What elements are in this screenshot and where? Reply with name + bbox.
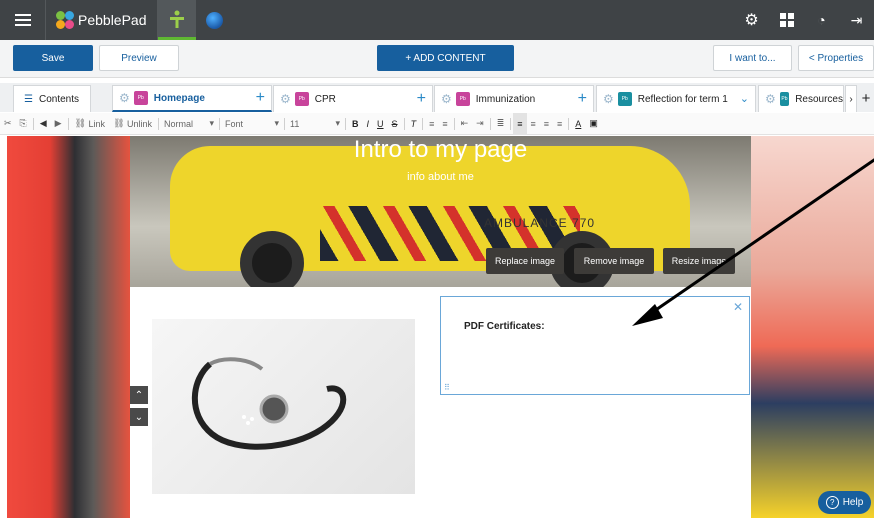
line-spacing-icon[interactable]: ≣	[493, 113, 509, 135]
copy-icon[interactable]: ⎘	[16, 113, 31, 135]
tab-homepage-label: Homepage	[153, 92, 205, 104]
pb-badge-icon: Pb	[455, 92, 470, 106]
pebblepad-logo[interactable]: PebblePad	[46, 0, 158, 40]
background-color-icon[interactable]: ▣	[585, 113, 602, 135]
indent-icon[interactable]: ⇥	[472, 113, 488, 135]
i-want-to-button[interactable]: I want to...	[713, 45, 792, 71]
justify-icon[interactable]: ≡	[553, 113, 566, 135]
history-icon: ◔	[817, 12, 826, 28]
cut-icon[interactable]: ✂	[0, 113, 16, 135]
tab-contents[interactable]: ☰ Contents	[13, 85, 91, 112]
link-label: Link	[88, 118, 106, 129]
format-value: Normal	[164, 118, 194, 129]
italic-icon[interactable]: I	[363, 113, 374, 135]
page-tab-bar: ☰ Contents ⚙ Pb Homepage + ⚙ Pb CPR + ⚙ …	[0, 83, 874, 112]
history-button[interactable]: ◔	[804, 0, 839, 40]
strikethrough-icon[interactable]: S	[388, 113, 402, 135]
app-name: PebblePad	[78, 12, 147, 28]
add-tab-button[interactable]: +	[858, 85, 874, 112]
dashboard-button[interactable]	[769, 0, 804, 40]
add-page-icon[interactable]: +	[417, 91, 426, 107]
top-navigation-bar: PebblePad ⚙ ◔ ⇥	[0, 0, 874, 40]
tab-reflection[interactable]: ⚙ Pb Reflection for term 1 ⌄	[596, 85, 756, 112]
unlink-button[interactable]: ⛓ Unlink	[109, 113, 156, 135]
outdent-icon[interactable]: ⇤	[457, 113, 473, 135]
pebblepad-logo-icon	[56, 11, 74, 29]
globe-button[interactable]	[196, 0, 234, 40]
question-icon: ?	[825, 496, 839, 509]
tab-cpr-label: CPR	[314, 93, 336, 105]
action-bar: Save Preview + ADD CONTENT I want to... …	[0, 40, 874, 78]
tab-homepage[interactable]: ⚙ Pb Homepage +	[112, 85, 272, 112]
dashboard-icon	[779, 13, 794, 27]
link-icon: ⛓	[74, 118, 87, 128]
gear-icon: ⚙	[441, 92, 452, 106]
bullet-list-icon[interactable]: ≡	[438, 113, 451, 135]
add-page-icon[interactable]: +	[578, 91, 587, 107]
plus-icon: +	[861, 90, 871, 107]
gear-icon: ⚙	[119, 91, 130, 105]
tab-cpr[interactable]: ⚙ Pb CPR +	[273, 85, 433, 112]
font-size-value: 11	[290, 118, 300, 129]
gear-icon: ⚙	[603, 92, 614, 106]
menu-button[interactable]	[0, 0, 46, 40]
list-icon: ☰	[24, 93, 33, 105]
tab-reflection-label: Reflection for term 1	[637, 93, 728, 105]
page-canvas: AMBULANCE 770 Intro to my page info abou…	[7, 136, 874, 518]
preview-button[interactable]: Preview	[99, 45, 179, 71]
caret-down-icon: ▾	[209, 118, 215, 128]
align-left-icon[interactable]: ≡	[513, 112, 527, 135]
caret-down-icon: ▾	[274, 118, 280, 128]
tab-immunization-label: Immunization	[475, 93, 536, 105]
format-select[interactable]: Normal ▾	[161, 113, 217, 135]
underline-icon[interactable]: U	[373, 113, 388, 135]
annotation-arrow	[632, 158, 874, 326]
undo-icon[interactable]: ◀	[36, 113, 51, 135]
link-button[interactable]: ⛓ Link	[71, 113, 109, 135]
tab-contents-label: Contents	[38, 93, 79, 105]
tab-resources-label: Resources	[795, 93, 843, 105]
gear-icon: ⚙	[280, 92, 291, 106]
menu-icon	[14, 14, 31, 26]
chevron-right-icon: ›	[849, 93, 853, 105]
save-button[interactable]: Save	[13, 45, 93, 71]
align-right-icon[interactable]: ≡	[540, 113, 553, 135]
gear-icon: ⚙	[744, 12, 759, 29]
logout-button[interactable]: ⇥	[839, 0, 874, 40]
add-person-icon	[169, 10, 184, 28]
help-label: Help	[842, 497, 864, 508]
globe-icon	[206, 11, 224, 29]
scroll-tabs-right-button[interactable]: ›	[845, 85, 857, 112]
align-center-icon[interactable]: ≡	[527, 113, 540, 135]
help-button[interactable]: ? Help	[818, 491, 871, 514]
add-content-button[interactable]: + ADD CONTENT	[377, 45, 514, 71]
gear-icon: ⚙	[765, 92, 776, 106]
add-page-icon[interactable]: +	[256, 90, 265, 106]
numbered-list-icon[interactable]: ≡	[425, 113, 438, 135]
bold-icon[interactable]: B	[348, 113, 363, 135]
pb-badge-icon: Pb	[133, 91, 148, 105]
pb-badge-icon: Pb	[779, 92, 790, 106]
unlink-icon: ⛓	[113, 118, 125, 128]
settings-button[interactable]: ⚙	[734, 0, 769, 40]
unlink-label: Unlink	[127, 118, 153, 129]
chevron-down-icon[interactable]: ⌄	[740, 91, 749, 107]
tab-immunization[interactable]: ⚙ Pb Immunization +	[434, 85, 594, 112]
tab-resources[interactable]: ⚙ Pb Resources	[758, 85, 844, 112]
redo-icon[interactable]: ▶	[51, 113, 66, 135]
pb-badge-icon: Pb	[294, 92, 309, 106]
font-select[interactable]: Font ▾	[222, 113, 282, 135]
add-person-button[interactable]	[157, 0, 196, 40]
text-color-icon[interactable]: A	[571, 113, 585, 135]
logout-icon: ⇥	[850, 11, 863, 28]
font-size-select[interactable]: 11 ▾	[287, 113, 343, 135]
font-value: Font	[225, 118, 244, 129]
pb-badge-icon: Pb	[617, 92, 632, 106]
editor-toolbar: ✂ ⎘ ◀ ▶ ⛓ Link ⛓ Unlink Normal ▾ Font ▾ 11…	[0, 112, 874, 135]
clear-format-icon[interactable]: T	[407, 113, 421, 135]
caret-down-icon: ▾	[335, 118, 341, 128]
properties-button[interactable]: < Properties	[798, 45, 874, 71]
